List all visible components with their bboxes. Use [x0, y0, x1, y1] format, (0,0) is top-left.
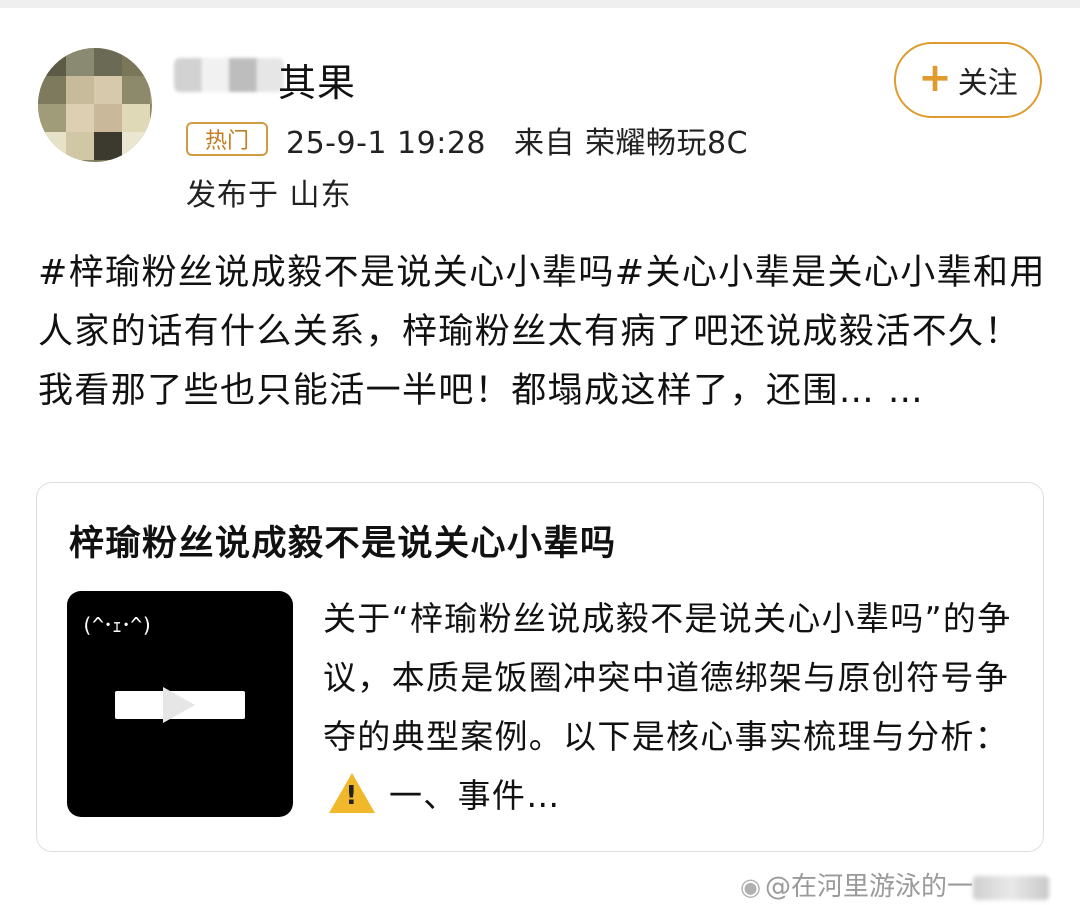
- watermark-redacted: [972, 875, 1049, 900]
- weibo-icon: ◉: [740, 873, 761, 901]
- card-description-tail: 一、事件…: [389, 776, 561, 815]
- card-description-text: 关于“梓瑜粉丝说成毅不是说关心小辈吗”的争议，本质是饭圈冲突中道德绑架与原创符号…: [323, 599, 1012, 756]
- post-text[interactable]: #梓瑜粉丝说成毅不是说关心小辈吗#关心小辈是关心小辈和用人家的话有什么关系，梓瑜…: [38, 244, 1048, 421]
- username[interactable]: 其果: [278, 52, 356, 107]
- warning-icon: [329, 773, 375, 813]
- article-card[interactable]: 梓瑜粉丝说成毅不是说关心小辈吗 (^･ｪ･^) 关于“梓瑜粉丝说成毅不是说关心小…: [36, 482, 1044, 852]
- card-title[interactable]: 梓瑜粉丝说成毅不是说关心小辈吗: [69, 515, 617, 566]
- post-timestamp: 25-9-1 19:28: [286, 126, 486, 161]
- follow-label: 关注: [957, 66, 1018, 101]
- play-icon[interactable]: [163, 687, 195, 723]
- username-redacted[interactable]: [174, 58, 284, 92]
- post-location: 发布于 山东: [186, 178, 352, 213]
- card-description: 关于“梓瑜粉丝说成毅不是说关心小辈吗”的争议，本质是饭圈冲突中道德绑架与原创符号…: [323, 589, 1023, 825]
- plus-icon: +: [918, 55, 952, 101]
- video-thumbnail[interactable]: (^･ｪ･^): [67, 591, 293, 817]
- watermark-text: @在河里游泳的一: [764, 872, 973, 902]
- hot-badge: 热门: [186, 122, 268, 156]
- thumbnail-text: (^･ｪ･^): [81, 613, 153, 637]
- post-meta: 25-9-1 19:28 来自 荣耀畅玩8C: [286, 118, 748, 162]
- post-source: 来自 荣耀畅玩8C: [514, 126, 749, 161]
- avatar[interactable]: [38, 48, 152, 162]
- top-bar: [0, 0, 1080, 8]
- follow-button[interactable]: + 关注: [894, 42, 1042, 118]
- watermark: ◉ @在河里游泳的一: [740, 866, 1049, 903]
